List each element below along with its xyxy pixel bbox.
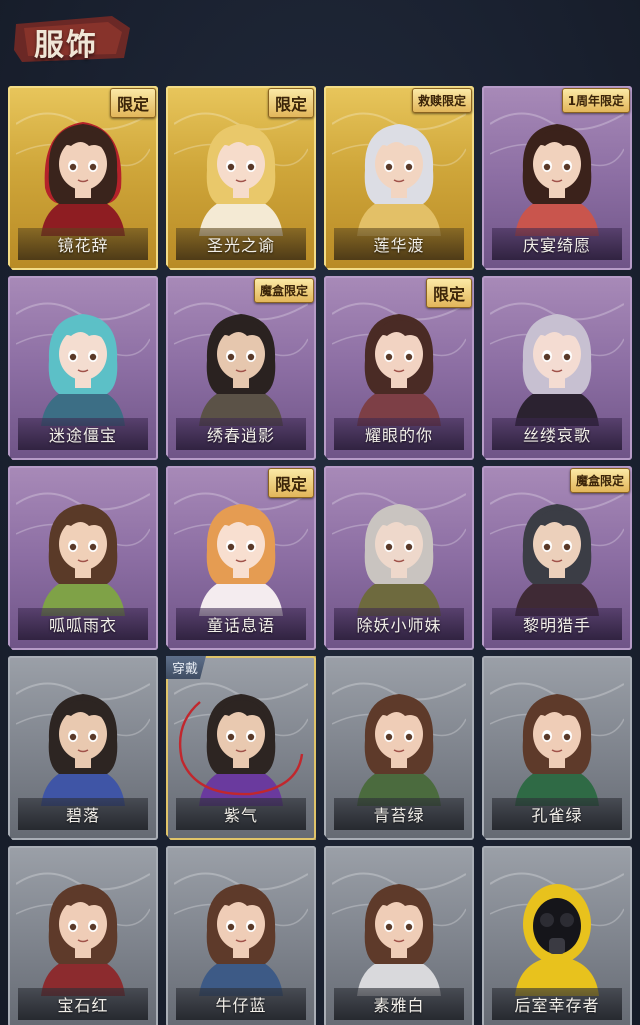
outfit-name-bar: 圣光之谕: [176, 228, 306, 260]
limited-badge: 1周年限定: [561, 88, 630, 113]
outfit-name-bar: 绣春逍影: [176, 418, 306, 450]
outfit-name: 庆宴绮愿: [522, 236, 591, 255]
outfit-name: 镜花辞: [57, 236, 109, 255]
outfit-name: 莲华渡: [373, 236, 425, 255]
limited-badge: 限定: [267, 88, 314, 118]
outfit-card[interactable]: 圣光之谕 限定: [166, 86, 316, 270]
outfit-card[interactable]: 呱呱雨衣: [8, 466, 158, 650]
outfit-card[interactable]: 牛仔蓝: [166, 846, 316, 1025]
outfit-name: 宝石红: [57, 996, 109, 1015]
outfit-name: 碧落: [65, 806, 100, 825]
page-title: 服饰: [34, 28, 98, 63]
outfit-card[interactable]: 青苔绿: [324, 656, 474, 840]
character-portrait: [501, 108, 613, 236]
outfit-card[interactable]: 碧落: [8, 656, 158, 840]
outfit-card[interactable]: 耀眼的你 限定: [324, 276, 474, 460]
character-portrait: [501, 298, 613, 426]
section-title-banner: 服饰: [12, 10, 134, 66]
outfit-card[interactable]: 迷途僵宝: [8, 276, 158, 460]
outfit-card[interactable]: 绣春逍影 魔盒限定: [166, 276, 316, 460]
character-portrait: [343, 298, 455, 426]
outfit-name-bar: 丝缕哀歌: [492, 418, 622, 450]
outfit-card[interactable]: 后室幸存者: [482, 846, 632, 1025]
outfit-name: 青苔绿: [373, 806, 425, 825]
outfit-card[interactable]: 素雅白: [324, 846, 474, 1025]
outfit-name: 紫气: [223, 806, 258, 825]
limited-badge: 救赎限定: [411, 88, 472, 113]
outfit-name: 后室幸存者: [514, 996, 600, 1015]
outfit-name: 孔雀绿: [531, 806, 583, 825]
outfit-name: 呱呱雨衣: [48, 616, 117, 635]
outfit-name: 素雅白: [373, 996, 425, 1015]
outfit-card[interactable]: 童话息语 限定: [166, 466, 316, 650]
highlight-circle: [178, 701, 304, 796]
character-portrait: [27, 678, 139, 806]
outfit-name-bar: 紫气: [176, 798, 306, 830]
limited-badge: 魔盒限定: [569, 468, 630, 493]
limited-badge: 魔盒限定: [253, 278, 314, 303]
outfit-name-bar: 青苔绿: [334, 798, 464, 830]
outfit-name-bar: 牛仔蓝: [176, 988, 306, 1020]
character-portrait: [185, 488, 297, 616]
outfit-grid: 镜花辞 限定 圣光之谕 限定 莲华渡 救赎限定 庆宴绮愿 1周年限定 迷途僵宝 绣春逍影 魔盒限定耀…: [4, 86, 636, 1025]
character-portrait: [343, 108, 455, 236]
outfit-name-bar: 碧落: [18, 798, 148, 830]
character-portrait: [343, 678, 455, 806]
outfit-card[interactable]: 黎明猎手 魔盒限定: [482, 466, 632, 650]
character-portrait: [343, 488, 455, 616]
character-portrait: [185, 868, 297, 996]
limited-badge: 限定: [267, 468, 314, 498]
outfit-name: 迷途僵宝: [48, 426, 117, 445]
outfit-name-bar: 迷途僵宝: [18, 418, 148, 450]
outfit-name-bar: 莲华渡: [334, 228, 464, 260]
character-portrait: [185, 108, 297, 236]
character-portrait: [27, 108, 139, 236]
limited-badge: 限定: [425, 278, 472, 308]
outfit-name-bar: 后室幸存者: [492, 988, 622, 1020]
outfit-name-bar: 黎明猎手: [492, 608, 622, 640]
character-portrait: [27, 298, 139, 426]
character-portrait: [27, 868, 139, 996]
character-portrait: [501, 678, 613, 806]
outfit-card[interactable]: 莲华渡 救赎限定: [324, 86, 474, 270]
outfit-name: 牛仔蓝: [215, 996, 267, 1015]
outfit-name: 绣春逍影: [206, 426, 275, 445]
outfit-name-bar: 呱呱雨衣: [18, 608, 148, 640]
outfit-name: 黎明猎手: [522, 616, 591, 635]
outfit-name: 丝缕哀歌: [522, 426, 591, 445]
outfit-name-bar: 素雅白: [334, 988, 464, 1020]
outfit-card[interactable]: 孔雀绿: [482, 656, 632, 840]
outfit-card[interactable]: 紫气 穿戴: [166, 656, 316, 840]
outfit-name-bar: 童话息语: [176, 608, 306, 640]
outfit-name-bar: 镜花辞: [18, 228, 148, 260]
outfit-name-bar: 庆宴绮愿: [492, 228, 622, 260]
outfit-name-bar: 孔雀绿: [492, 798, 622, 830]
outfit-name: 耀眼的你: [364, 426, 433, 445]
character-portrait: [27, 488, 139, 616]
outfit-card[interactable]: 除妖小师妹: [324, 466, 474, 650]
outfit-name-bar: 除妖小师妹: [334, 608, 464, 640]
outfit-name: 童话息语: [206, 616, 275, 635]
character-portrait: [501, 868, 613, 996]
character-portrait: [501, 488, 613, 616]
outfit-card[interactable]: 镜花辞 限定: [8, 86, 158, 270]
outfit-card[interactable]: 宝石红: [8, 846, 158, 1025]
outfit-name: 圣光之谕: [206, 236, 275, 255]
character-portrait: [343, 868, 455, 996]
equipped-tag: 穿戴: [166, 656, 207, 679]
outfit-name-bar: 宝石红: [18, 988, 148, 1020]
outfit-name-bar: 耀眼的你: [334, 418, 464, 450]
character-portrait: [185, 298, 297, 426]
outfit-card[interactable]: 丝缕哀歌: [482, 276, 632, 460]
limited-badge: 限定: [109, 88, 156, 118]
outfit-name: 除妖小师妹: [356, 616, 442, 635]
outfit-card[interactable]: 庆宴绮愿 1周年限定: [482, 86, 632, 270]
